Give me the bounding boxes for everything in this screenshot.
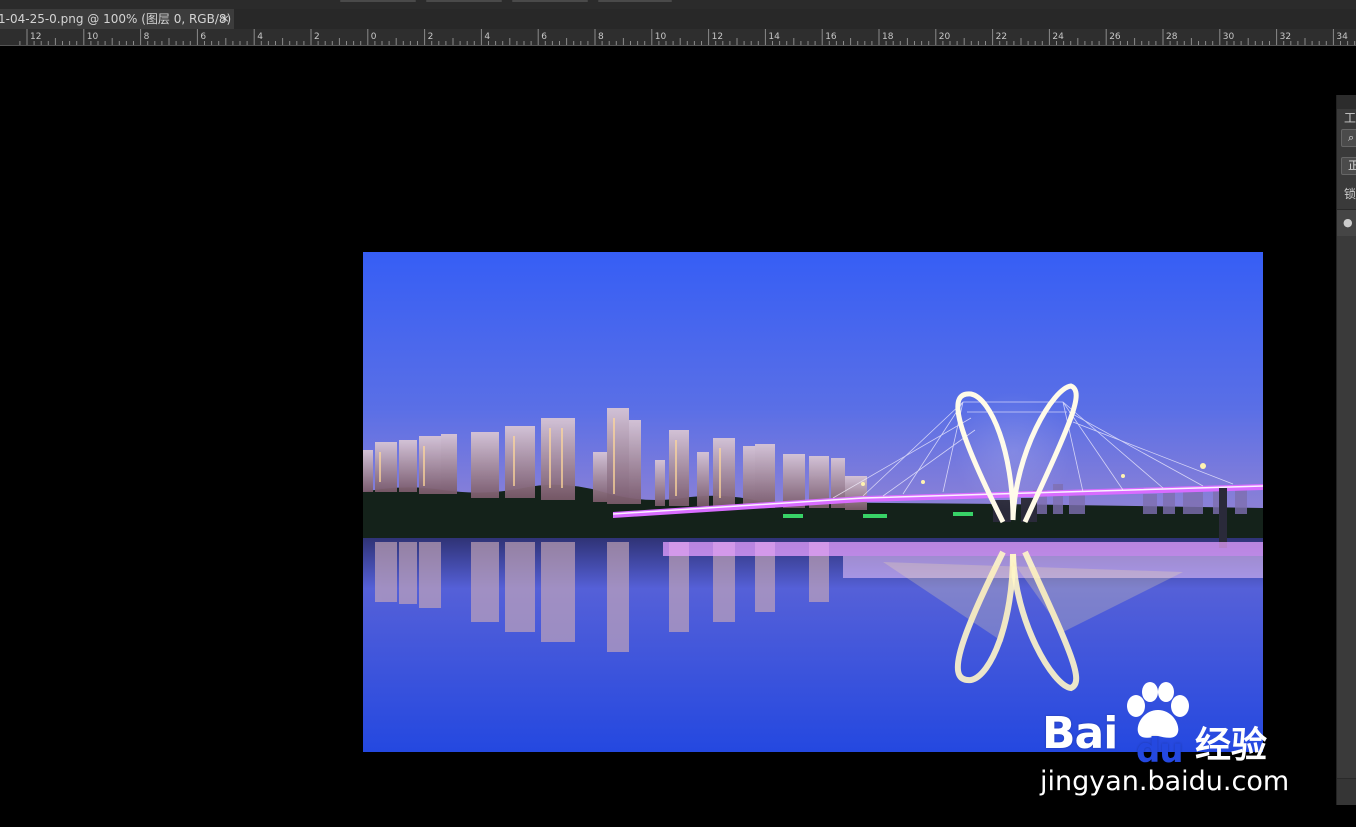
blend-mode-label: 正 [1348,159,1356,172]
ruler-label: 6 [541,32,547,42]
options-bar [0,0,1356,9]
ruler-label: 22 [996,32,1007,42]
options-control[interactable] [512,0,588,2]
ruler-label: 20 [939,32,951,42]
ruler-label: 10 [655,32,667,42]
watermark-brand-bai: Bai [1042,708,1118,759]
ruler-label: 6 [200,32,206,42]
ruler-ticks: 12 10 8 6 4 2 0 2 4 6 8 10 12 14 16 18 20 22 24 26 28 30 32 34 [19,29,1356,45]
document-image [363,252,1263,752]
ruler-label: 2 [314,32,320,42]
ruler-label: 16 [825,32,837,42]
ruler-label: 10 [87,32,99,42]
layers-panel-collapsed: 工 ⌕ 正 锁 ● [1336,95,1356,805]
canvas-area[interactable]: Bai du 经验 jingyan.baidu.com [0,46,1336,827]
ruler-label: 28 [1166,32,1178,42]
ruler-label: 30 [1223,32,1235,42]
ruler-label: 2 [428,32,434,42]
ruler-label: 34 [1336,32,1348,42]
watermark-brand: Bai [1042,708,1118,759]
options-control[interactable] [598,0,672,2]
ruler-label: 8 [598,32,604,42]
ruler-label: 14 [768,32,780,42]
photoshop-window: 1-04-25-0.png @ 100% (图层 0, RGB/8) × 12 1… [0,0,1356,827]
city-bridge-night-photo [363,252,1263,752]
watermark-jingyan-cn: 经验 [1195,725,1268,766]
panel-footer [1337,778,1356,805]
watermark-brand-du: du [1136,731,1184,771]
search-icon: ⌕ [1348,131,1355,144]
ruler-label: 0 [371,32,377,42]
baidu-jingyan-watermark: Bai du 经验 jingyan.baidu.com [1040,680,1290,800]
ruler-label: 12 [30,32,41,42]
document-tab-title: 1-04-25-0.png @ 100% (图层 0, RGB/8) [0,12,232,26]
document-tab-bar: 1-04-25-0.png @ 100% (图层 0, RGB/8) × [0,9,1356,30]
ruler-label: 32 [1280,32,1291,42]
horizontal-ruler[interactable]: 12 10 8 6 4 2 0 2 4 6 8 10 12 14 16 18 20 22 24 26 28 30 32 34 [0,29,1356,46]
options-control[interactable] [340,0,416,2]
panel-tab-label[interactable]: 工 [1344,109,1356,126]
ruler-label: 8 [144,32,150,42]
ruler-label: 12 [712,32,723,42]
ruler-label: 4 [484,32,490,42]
lock-label: 锁 [1344,187,1356,201]
eye-icon[interactable]: ● [1343,216,1353,229]
ruler-label: 18 [882,32,894,42]
panel-header[interactable] [1337,95,1356,109]
ruler-label: 26 [1109,32,1121,42]
layer-row[interactable]: ● [1337,209,1356,236]
layer-filter-search[interactable]: ⌕ [1341,129,1356,147]
document-tab[interactable]: 1-04-25-0.png @ 100% (图层 0, RGB/8) × [0,9,234,29]
ruler-label: 24 [1052,32,1064,42]
ruler-label: 4 [257,32,263,42]
blend-mode-select[interactable]: 正 [1341,157,1356,175]
close-icon[interactable]: × [219,9,231,29]
watermark-url: jingyan.baidu.com [1040,766,1290,797]
options-control[interactable] [426,0,502,2]
